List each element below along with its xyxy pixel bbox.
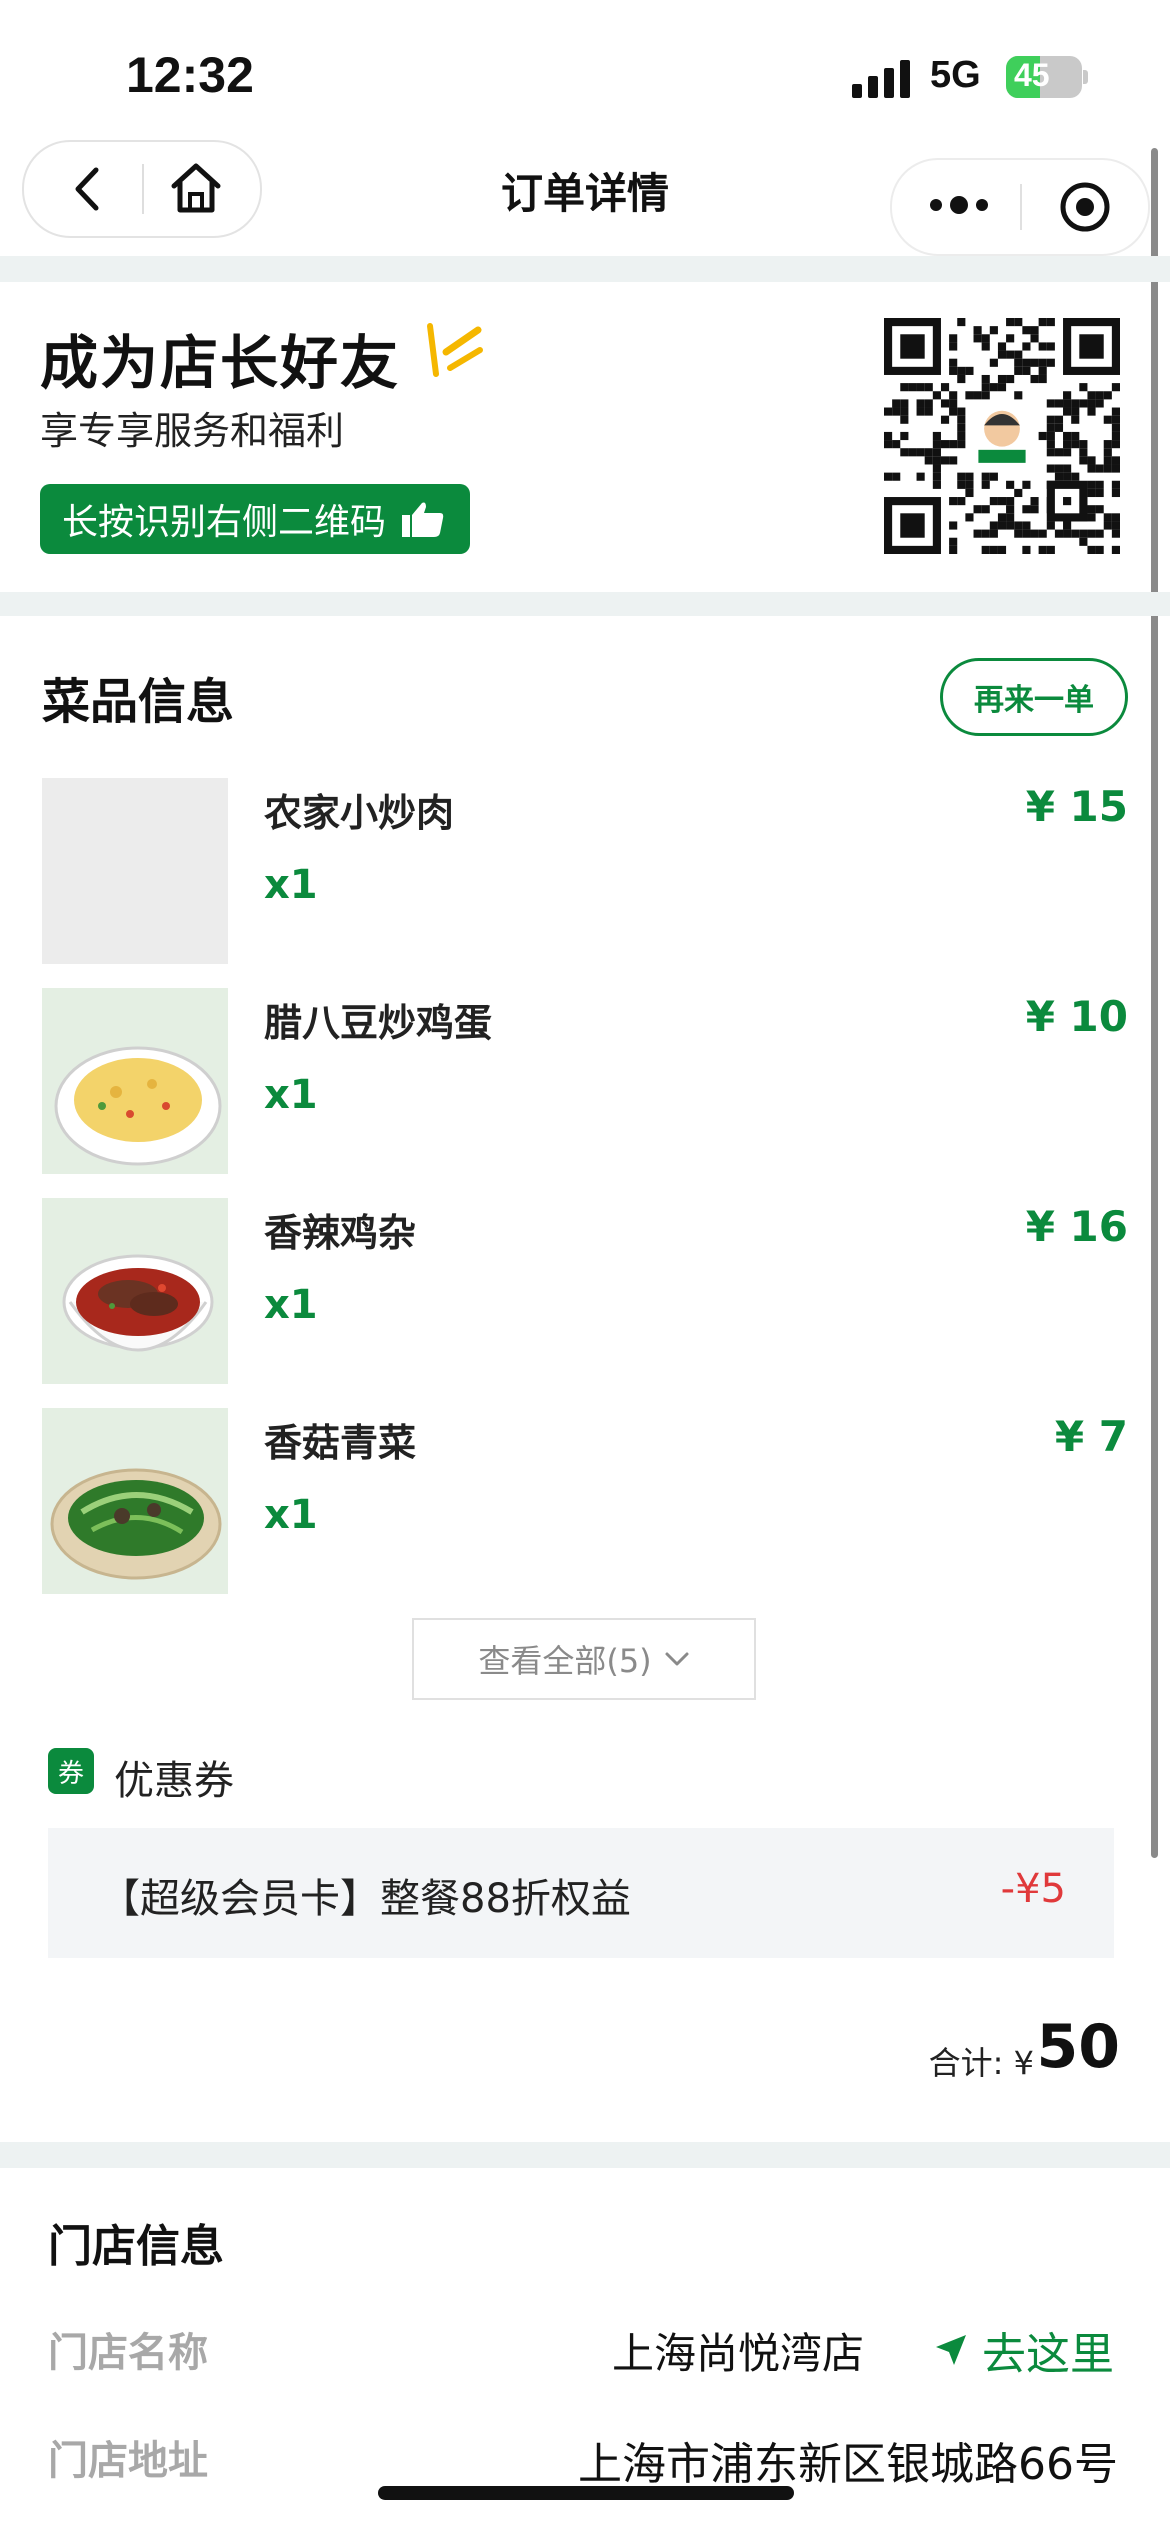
battery-level: 45 [1014,57,1050,93]
pointing-hand-icon [402,502,444,537]
qr-code-image[interactable] [884,318,1120,554]
dish-name: 农家小炒肉 [264,791,455,835]
more-dots-icon[interactable] [928,190,990,220]
view-all-label: 查看全部(5) [478,1642,652,1680]
dish-price: ¥ 10 [1025,992,1128,1041]
dish-qty: x1 [264,1492,318,1538]
promo-title: 成为店长好友 [40,329,401,397]
reorder-button[interactable]: 再来一单 [940,658,1128,736]
mini-program-capsule [890,158,1150,256]
dish-price: ¥ 16 [1025,1202,1128,1251]
view-all-button[interactable]: 查看全部(5) [412,1618,756,1700]
home-indicator [378,2486,794,2500]
section-divider [0,2142,1170,2168]
coupon-label: 优惠券 [114,1758,234,1804]
capsule-separator [1020,184,1022,230]
dish-qty: x1 [264,1072,318,1118]
dish-name: 香菇青菜 [264,1421,417,1465]
store-address-label: 门店地址 [48,2438,208,2484]
section-divider [0,592,1170,616]
chevron-down-icon [665,1652,689,1666]
battery-nub [1083,70,1088,84]
dish-name: 香辣鸡杂 [264,1211,417,1255]
location-arrow-icon [936,2335,966,2365]
dish-image [42,1198,228,1384]
coupon-text: 【超级会员卡】整餐88折权益 [100,1876,631,1922]
dish-price: ¥ 15 [1025,782,1128,831]
signal-icon [852,60,910,98]
sparkle-icon [427,323,483,377]
store-name: 上海尚悦湾店 [611,2329,864,2378]
navigate-button[interactable]: 去这里 [934,2318,1114,2382]
scan-qr-label: 长按识别右侧二维码 [62,502,387,543]
coupon-badge: 券 [48,1748,94,1794]
total-value: 50 [1036,2012,1121,2082]
dish-price: ¥ 7 [1054,1412,1128,1461]
store-section-title: 门店信息 [48,2221,224,2272]
total-label: 合计: ¥ [928,2044,1034,2082]
store-name-label: 门店名称 [48,2330,208,2376]
dish-name: 腊八豆炒鸡蛋 [264,1001,493,1045]
store-address: 上海市浦东新区银城路66号 [578,2439,1118,2490]
status-time: 12:32 [126,47,254,103]
dishes-section-title: 菜品信息 [42,674,235,730]
promo-subtitle: 享专享服务和福利 [40,409,345,453]
dish-image-placeholder [42,778,228,964]
dish-qty: x1 [264,1282,318,1328]
coupon-discount: -¥5 [1000,1866,1066,1912]
scan-qr-button[interactable]: 长按识别右侧二维码 [40,484,470,554]
dish-qty: x1 [264,862,318,908]
dish-image [42,1408,228,1594]
target-icon[interactable] [1058,180,1112,234]
section-divider [0,256,1170,282]
dish-image [42,988,228,1174]
scrollbar[interactable] [1151,148,1158,1858]
network-label: 5G [930,54,981,96]
battery-icon: 45 [1006,56,1082,98]
navigate-label: 去这里 [982,2329,1114,2380]
